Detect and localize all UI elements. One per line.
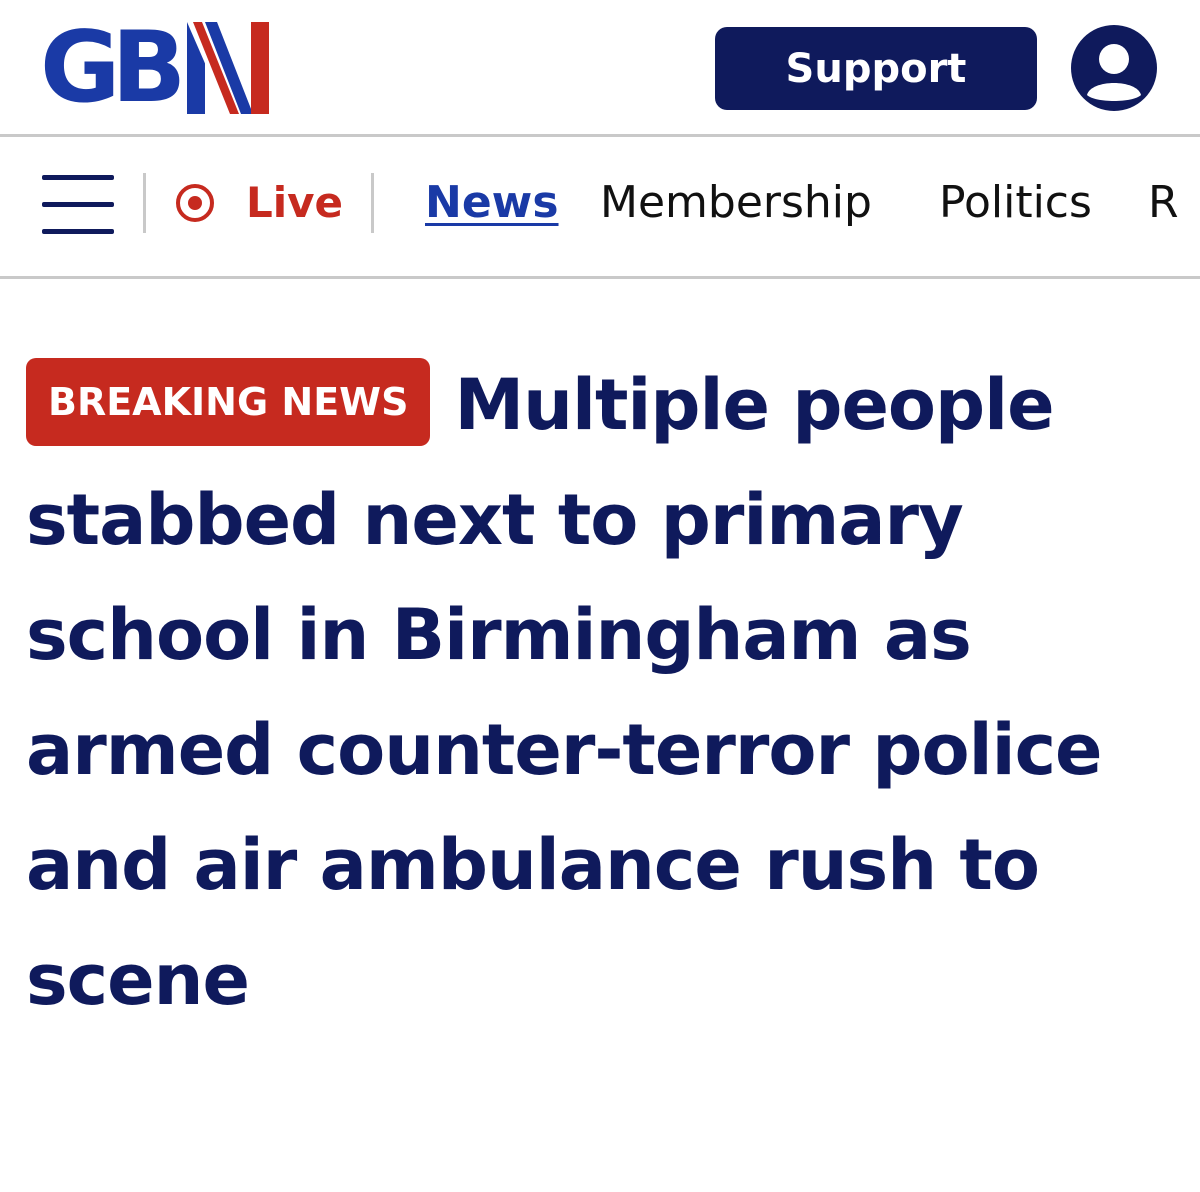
user-account-icon[interactable] <box>1071 25 1157 111</box>
headline-text: Multiple people stabbed next to primary … <box>26 364 1103 1021</box>
article-headline: BREAKING NEWS Multiple people stabbed nex… <box>26 348 1176 1038</box>
logo-wordmark: GB <box>40 11 186 125</box>
breaking-news-badge: BREAKING NEWS <box>26 358 431 446</box>
nav-item-partial[interactable]: R <box>1148 173 1179 233</box>
nav-divider <box>371 173 374 233</box>
nav-divider <box>143 173 146 233</box>
gbn-logo[interactable]: GB <box>40 11 270 125</box>
logo-n-flag-mark <box>187 22 270 114</box>
nav-item-news[interactable]: News <box>425 173 559 233</box>
nav-item-membership[interactable]: Membership <box>600 173 872 233</box>
live-label: Live <box>246 178 344 227</box>
hamburger-menu-icon[interactable] <box>42 175 114 235</box>
site-header: GB Support <box>0 0 1200 137</box>
live-record-icon <box>176 184 214 222</box>
support-button-label: Support <box>785 45 967 92</box>
main-navigation: Live News Membership Politics R <box>0 137 1200 279</box>
support-button[interactable]: Support <box>715 27 1037 110</box>
nav-item-live[interactable]: Live <box>174 173 343 233</box>
nav-item-politics[interactable]: Politics <box>939 173 1092 233</box>
